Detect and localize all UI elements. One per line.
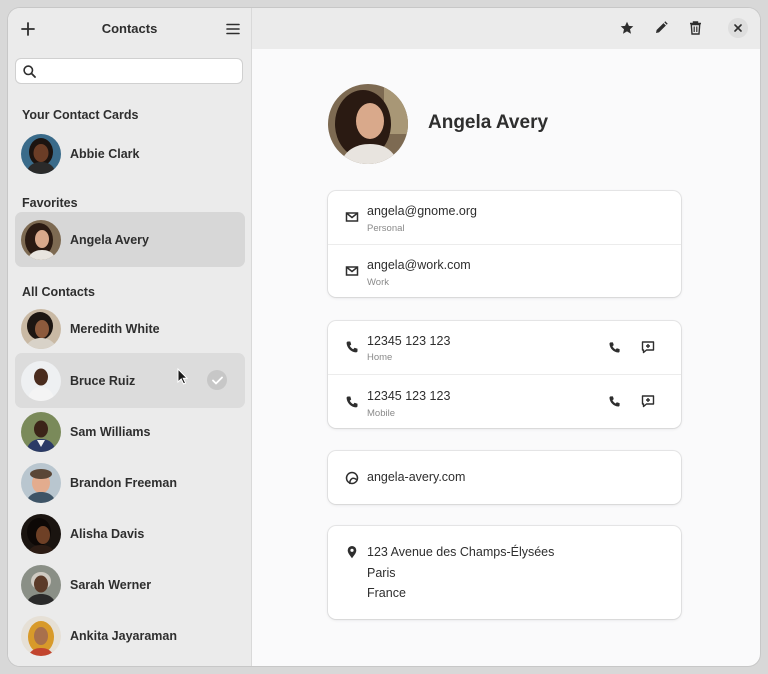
mail-icon <box>345 266 359 276</box>
message-icon <box>641 341 655 354</box>
contact-row-hovered[interactable]: Bruce Ruiz <box>15 353 245 408</box>
contact-name: Brandon Freeman <box>70 475 177 490</box>
contact-name: Angela Avery <box>70 232 149 247</box>
email-value: angela@gnome.org <box>367 204 477 218</box>
menu-icon <box>226 23 240 35</box>
contact-row[interactable]: Abbie Clark <box>15 126 245 181</box>
delete-button[interactable] <box>682 15 708 41</box>
address-country: France <box>367 586 406 600</box>
email-row[interactable]: angela@work.com Work <box>328 244 681 297</box>
avatar <box>21 219 61 260</box>
address-row[interactable]: 123 Avenue des Champs-Élysées Paris Fran… <box>328 526 681 619</box>
contact-row[interactable]: Ankita Jayaraman <box>15 608 245 663</box>
avatar <box>21 513 61 554</box>
phone-icon <box>346 341 358 353</box>
star-icon <box>620 21 634 34</box>
avatar <box>21 308 61 349</box>
contact-row-selected[interactable]: Angela Avery <box>15 212 245 267</box>
contacts-window: Contacts Your Contact Cards Abbie Clark … <box>8 8 760 666</box>
contact-row[interactable]: Alisha Davis <box>15 506 245 561</box>
close-icon <box>734 24 742 32</box>
add-contact-button[interactable] <box>15 16 41 42</box>
address-card: 123 Avenue des Champs-Élysées Paris Fran… <box>328 526 681 619</box>
email-row[interactable]: angela@gnome.org Personal <box>328 191 681 244</box>
web-icon <box>345 471 359 485</box>
delete-icon <box>689 21 701 35</box>
phone-value: 12345 123 123 <box>367 334 451 348</box>
contact-row[interactable]: Sam Williams <box>15 404 245 459</box>
search-field[interactable] <box>15 58 243 84</box>
edit-button[interactable] <box>648 15 674 41</box>
contact-name: Ankita Jayaraman <box>70 628 178 643</box>
phone-type: Home <box>367 352 393 363</box>
sidebar-header: Contacts <box>8 8 251 49</box>
phone-icon <box>608 341 620 353</box>
contact-row[interactable]: Brandon Freeman <box>15 455 245 510</box>
website-value: angela-avery.com <box>367 470 466 484</box>
contact-avatar <box>328 84 408 164</box>
phone-type: Mobile <box>367 408 395 419</box>
section-favorites: Favorites <box>22 196 78 210</box>
search-icon <box>23 64 36 78</box>
call-button[interactable] <box>604 391 624 411</box>
phone-value: 12345 123 123 <box>367 389 451 403</box>
website-row[interactable]: angela-avery.com <box>328 451 681 504</box>
location-icon <box>347 546 357 559</box>
favorite-button[interactable] <box>614 15 640 41</box>
edit-icon <box>656 21 668 33</box>
select-checkbox[interactable] <box>207 370 227 390</box>
search-input[interactable] <box>42 62 242 80</box>
check-icon <box>211 376 223 384</box>
phone-card: 12345 123 123 Home 12345 123 123 Mobile <box>328 321 681 428</box>
contact-row[interactable]: Meredith White <box>15 301 245 356</box>
add-icon <box>21 22 35 36</box>
email-type: Personal <box>367 223 405 234</box>
avatar <box>21 615 61 656</box>
contact-row[interactable]: Sarah Werner <box>15 557 245 612</box>
email-card: angela@gnome.org Personal angela@work.co… <box>328 191 681 297</box>
main-menu-button[interactable] <box>220 16 246 42</box>
pointer-cursor-icon <box>177 368 188 385</box>
avatar <box>21 462 61 503</box>
contact-name: Meredith White <box>70 321 160 336</box>
section-all-contacts: All Contacts <box>22 285 95 299</box>
avatar <box>21 564 61 605</box>
call-button[interactable] <box>604 337 624 357</box>
avatar <box>21 360 61 401</box>
email-type: Work <box>367 277 389 288</box>
phone-icon <box>608 395 620 407</box>
details-header <box>252 8 760 49</box>
sidebar: Contacts Your Contact Cards Abbie Clark … <box>8 8 252 666</box>
mail-icon <box>345 212 359 222</box>
contact-name: Bruce Ruiz <box>70 373 136 388</box>
phone-icon <box>346 396 358 408</box>
send-message-button[interactable] <box>638 391 658 411</box>
address-street: 123 Avenue des Champs-Élysées <box>367 545 555 559</box>
contact-name: Abbie Clark <box>70 146 140 161</box>
section-your-contact-cards: Your Contact Cards <box>22 108 139 122</box>
contact-name: Sam Williams <box>70 424 151 439</box>
sidebar-title: Contacts <box>101 21 158 36</box>
contact-name-heading: Angela Avery <box>428 112 549 133</box>
website-card: angela-avery.com <box>328 451 681 504</box>
message-icon <box>641 395 655 408</box>
contact-name: Alisha Davis <box>70 526 145 541</box>
address-city: Paris <box>367 566 396 580</box>
phone-row[interactable]: 12345 123 123 Mobile <box>328 374 681 428</box>
email-value: angela@work.com <box>367 258 471 272</box>
avatar <box>21 133 61 174</box>
contact-name: Sarah Werner <box>70 577 152 592</box>
phone-row[interactable]: 12345 123 123 Home <box>328 321 681 374</box>
close-button[interactable] <box>728 18 748 38</box>
avatar <box>21 411 61 452</box>
send-message-button[interactable] <box>638 337 658 357</box>
contact-details: Angela Avery angela@gnome.org Personal a… <box>252 8 760 666</box>
